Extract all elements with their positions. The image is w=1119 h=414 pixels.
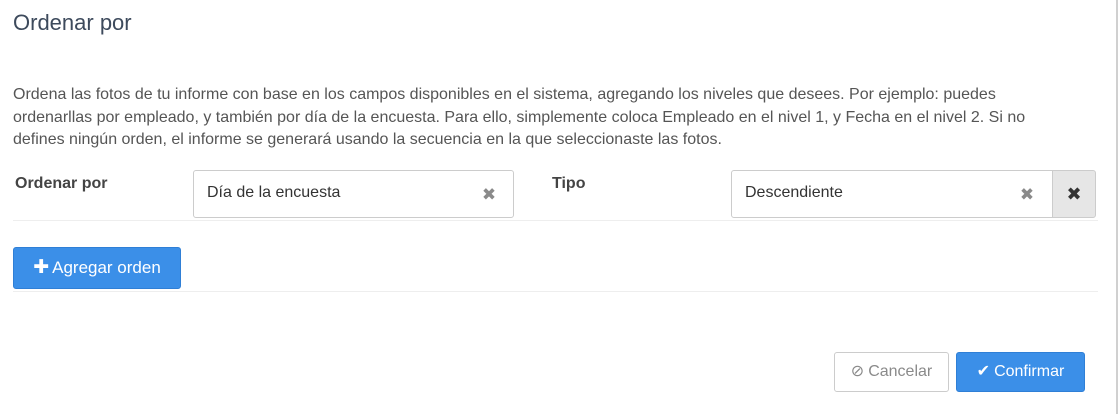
type-select[interactable]: Descendiente ✖ — [731, 170, 1053, 218]
order-by-select[interactable]: Día de la encuesta ✖ — [193, 170, 514, 218]
order-by-label: Ordenar por — [15, 175, 108, 192]
remove-row-button[interactable]: ✖ — [1052, 170, 1096, 218]
order-by-value: Día de la encuesta — [207, 184, 341, 201]
check-icon: ✔ — [976, 363, 991, 380]
cancel-button[interactable]: ⊘ Cancelar — [834, 352, 949, 392]
clear-order-by-icon[interactable]: ✖ — [479, 185, 499, 205]
sort-dialog: Ordenar por Ordena las fotos de tu infor… — [0, 0, 1118, 414]
ban-icon: ⊘ — [850, 363, 865, 380]
clear-type-icon[interactable]: ✖ — [1017, 185, 1037, 205]
plus-icon: ✚ — [33, 257, 50, 278]
add-order-label: Agregar orden — [52, 258, 161, 277]
cancel-label: Cancelar — [868, 363, 933, 380]
times-icon: ✖ — [1066, 184, 1082, 204]
dialog-title: Ordenar por — [13, 10, 132, 35]
add-order-button[interactable]: ✚ Agregar orden — [13, 247, 181, 289]
type-label: Tipo — [552, 175, 586, 192]
sort-level-row: Ordenar por Día de la encuesta ✖ Tipo De… — [13, 168, 1098, 221]
dialog-description: Ordena las fotos de tu informe con base … — [13, 86, 1026, 148]
confirm-button[interactable]: ✔ Confirmar — [956, 352, 1085, 392]
confirm-label: Confirmar — [994, 363, 1065, 380]
add-order-area: ✚ Agregar orden — [13, 247, 1098, 292]
type-value: Descendiente — [745, 184, 843, 201]
